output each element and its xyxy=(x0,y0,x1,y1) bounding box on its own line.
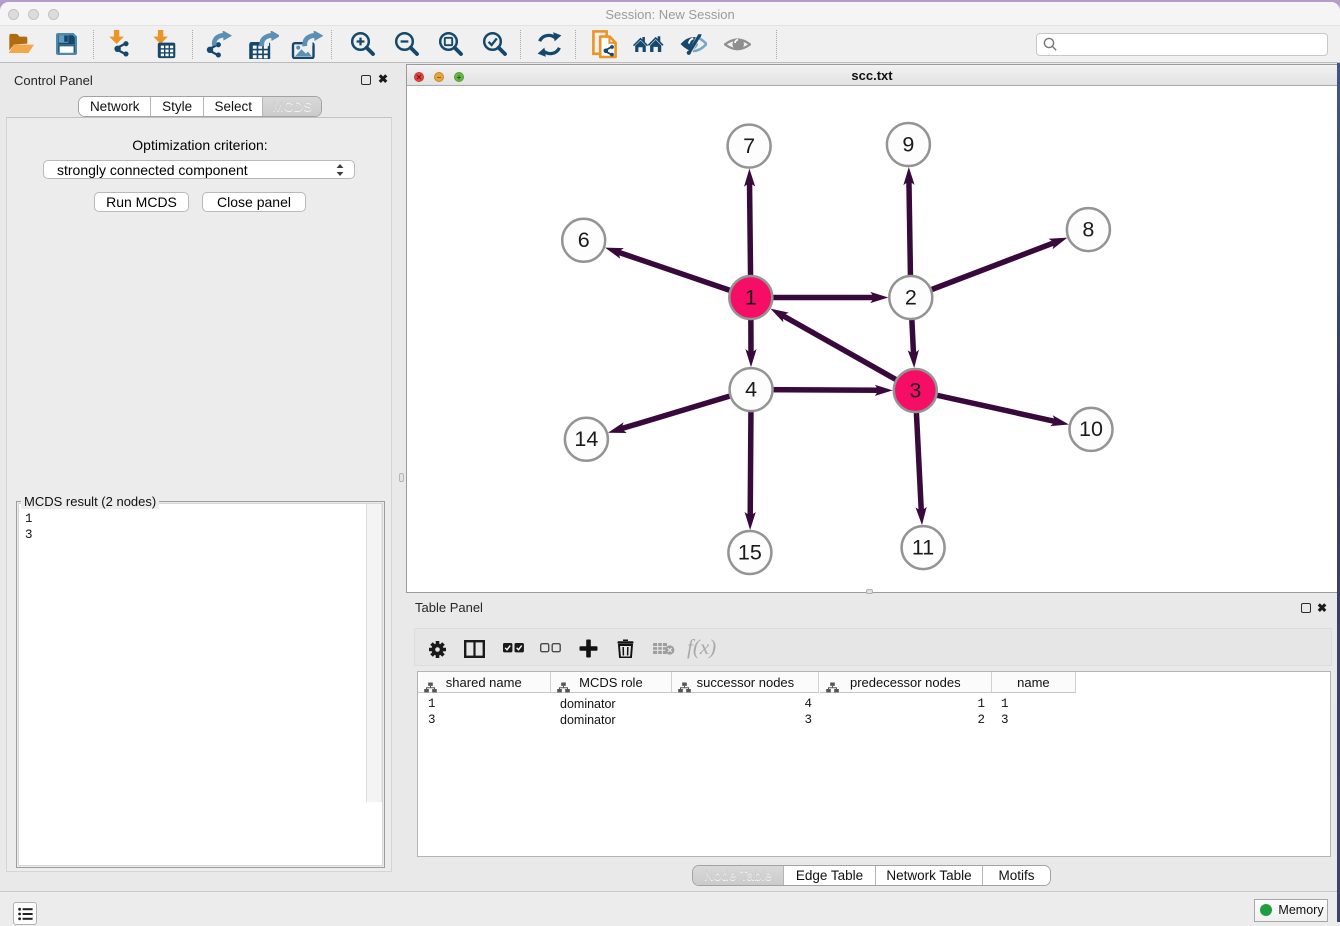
svg-text:9: 9 xyxy=(902,132,914,156)
svg-text:10: 10 xyxy=(1079,417,1103,441)
svg-text:15: 15 xyxy=(738,540,762,564)
svg-text:2: 2 xyxy=(905,285,917,309)
svg-text:4: 4 xyxy=(745,377,757,401)
svg-text:11: 11 xyxy=(912,535,934,559)
svg-text:7: 7 xyxy=(743,134,755,158)
svg-text:6: 6 xyxy=(578,228,590,252)
svg-text:3: 3 xyxy=(909,378,921,402)
svg-text:1: 1 xyxy=(745,285,757,309)
svg-text:14: 14 xyxy=(574,427,598,451)
svg-text:8: 8 xyxy=(1082,217,1094,241)
